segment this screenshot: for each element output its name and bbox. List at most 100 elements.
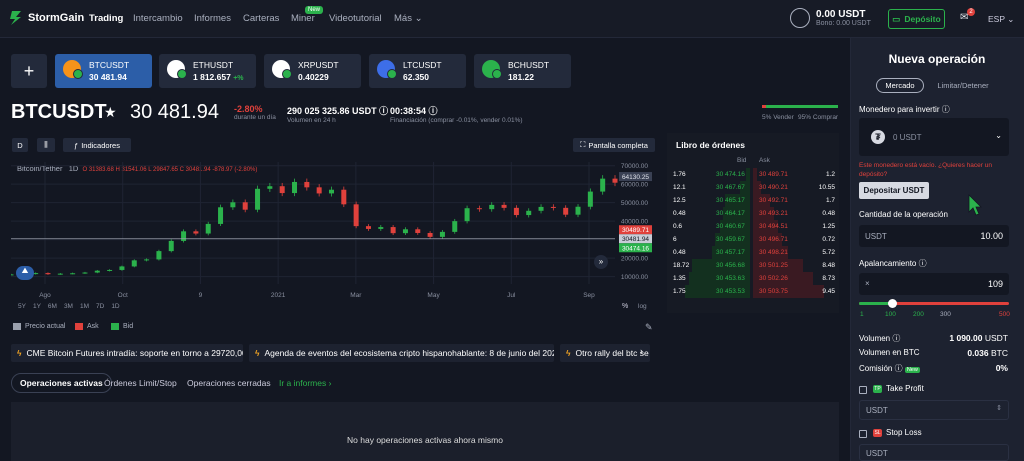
funding-label: Financiación (comprar -0.01%, vender 0.0… — [390, 117, 523, 124]
interval-selector[interactable]: D — [12, 138, 28, 152]
leverage-slider-handle[interactable] — [888, 299, 897, 308]
btc-volume-number: 0.036 — [967, 348, 989, 358]
favorite-star-icon[interactable]: ★ — [104, 104, 117, 121]
price-chart[interactable]: 70000.0060000.0050000.0040000.0030000.00… — [11, 160, 659, 300]
chevron-down-icon: ⌄ — [995, 131, 1002, 140]
take-profit-checkbox[interactable] — [859, 386, 867, 394]
take-profit-input[interactable]: USDT ⇕ — [859, 400, 1009, 420]
fullscreen-button[interactable]: ⛶ Pantalla completa — [573, 138, 655, 152]
x-tick-label: 9 — [199, 292, 203, 299]
legend-swatch — [13, 323, 21, 330]
daily-change: -2.80% durante un día — [234, 104, 276, 121]
go-to-reports-link[interactable]: Ir a informes › — [279, 378, 331, 388]
candle-type-button[interactable]: ⫼ — [37, 138, 55, 152]
candle-body — [168, 240, 174, 252]
add-instrument-button[interactable]: + — [11, 54, 47, 88]
tab-closed-operations[interactable]: Operaciones cerradas — [187, 378, 271, 388]
tether-icon — [282, 69, 292, 79]
tile-btcusdt[interactable]: BTCUSDT 30 481.94 — [55, 54, 152, 88]
info-icon[interactable]: ⓘ — [942, 105, 950, 114]
indicators-label: Indicadores — [81, 140, 120, 150]
nav-videotutorial[interactable]: Videotutorial — [329, 13, 382, 24]
range-6m[interactable]: 6M — [48, 303, 57, 310]
info-icon[interactable]: ⓘ — [429, 106, 438, 116]
language-selector[interactable]: ESP ⌄ — [988, 14, 1014, 25]
tab-limit-orders[interactable]: Órdenes Limit/Stop — [104, 378, 177, 388]
y-tick-label: 70000.00 — [621, 163, 648, 170]
stormgain-logo-icon — [10, 11, 21, 25]
segment-market[interactable]: Mercado — [876, 78, 924, 93]
nav-trading[interactable]: Trading — [89, 13, 123, 24]
tab-active-operations[interactable]: Operaciones activas — [11, 373, 112, 393]
info-icon[interactable]: ⓘ — [895, 364, 903, 373]
legend-label: Ask — [87, 323, 99, 330]
news-next-icon[interactable]: › — [640, 346, 643, 356]
info-icon[interactable]: ⓘ — [379, 106, 388, 116]
range-1m[interactable]: 1M — [80, 303, 89, 310]
stop-loss-currency: USDT — [866, 449, 888, 458]
news-text: CME Bitcoin Futures intradía: soporte en… — [26, 348, 244, 358]
nav-wallets[interactable]: Carteras — [243, 13, 279, 24]
operations-area — [11, 402, 839, 461]
range-3m[interactable]: 3M — [64, 303, 73, 310]
nav-exchange[interactable]: Intercambio — [133, 13, 183, 24]
scroll-right-icon[interactable]: » — [594, 255, 608, 269]
tradingview-logo-icon[interactable]: ⛰ — [16, 266, 34, 280]
order-book-ask-qty: 8.73 — [822, 275, 835, 282]
leverage-tick: 1 — [860, 311, 864, 318]
logo[interactable]: StormGain — [10, 11, 84, 25]
stepper-icon[interactable]: ⇕ — [996, 404, 1002, 412]
tile-bchusdt[interactable]: BCHUSDT 181.22 — [474, 54, 571, 88]
app-name: StormGain — [28, 12, 85, 24]
deposit-usdt-button[interactable]: Depositar USDT — [859, 182, 929, 199]
order-book-ask-qty: 0.72 — [822, 236, 835, 243]
tile-ltcusdt[interactable]: LTCUSDT 62.350 — [369, 54, 466, 88]
nav-reports[interactable]: Informes — [194, 13, 231, 24]
amount-input[interactable]: USDT 10.00 — [859, 225, 1009, 247]
candle-body — [464, 208, 470, 222]
wallet-select[interactable]: ₮ 0 USDT ⌄ — [859, 118, 1009, 156]
percent-toggle[interactable]: % — [622, 303, 628, 310]
tile-ethusdt[interactable]: ETHUSDT 1 812.657 +% — [159, 54, 256, 88]
leverage-input[interactable]: × 109 — [859, 273, 1009, 295]
order-book-bid: 30 465.17 — [716, 197, 745, 204]
legend-label: Precio actual — [25, 323, 66, 330]
candle-body — [563, 207, 569, 215]
sentiment-sell-fill — [762, 105, 766, 108]
leverage-value: 109 — [987, 279, 1003, 289]
stop-loss-checkbox[interactable] — [859, 430, 867, 438]
eraser-icon[interactable]: ✎ — [645, 322, 653, 333]
news-item[interactable]: ϟ Agenda de eventos del ecosistema cripto… — [249, 344, 554, 362]
range-7d[interactable]: 7D — [96, 303, 104, 310]
nav-more[interactable]: Más ⌄ — [394, 13, 423, 24]
info-icon[interactable]: ⓘ — [892, 334, 900, 343]
tile-price: 0.40229 — [298, 72, 329, 82]
bid-depth-bar — [745, 168, 750, 181]
take-profit-badge: TP — [873, 384, 882, 393]
order-book-bid-qty: 0.48 — [673, 210, 686, 217]
tile-symbol: ETHUSDT — [193, 60, 234, 70]
bonus-value: Bono: 0.00 USDT — [816, 20, 871, 27]
tile-symbol: BCHUSDT — [508, 60, 550, 70]
range-5y[interactable]: 5Y — [18, 303, 26, 310]
stop-loss-input[interactable]: USDT — [859, 444, 1009, 461]
candle-body — [181, 231, 187, 241]
order-book-bid: 30 474.16 — [716, 171, 745, 178]
order-book-ask: 30 503.75 — [759, 288, 788, 295]
tile-xrpusdt[interactable]: XRPUSDT 0.40229 — [264, 54, 361, 88]
commission-value: 0% — [995, 363, 1008, 373]
order-book-ask-qty: 10.55 — [818, 184, 835, 191]
info-icon[interactable]: ⓘ — [919, 259, 927, 268]
indicators-button[interactable]: ƒ Indicadores — [63, 138, 131, 152]
range-1d[interactable]: 1D — [111, 303, 119, 310]
deposit-button[interactable]: ▭ Depósito — [888, 9, 945, 29]
news-item[interactable]: ϟ CME Bitcoin Futures intradía: soporte e… — [11, 344, 243, 362]
news-item[interactable]: ϟ Otro rally del btc se — [560, 344, 650, 362]
leverage-tick: 100 — [885, 311, 896, 318]
ticker-price: 30 481.94 — [130, 101, 219, 123]
range-1y[interactable]: 1Y — [33, 303, 41, 310]
log-toggle[interactable]: log — [638, 303, 647, 310]
account-balance[interactable]: 0.00 USDT Bono: 0.00 USDT — [790, 8, 871, 28]
segment-limit-stop[interactable]: Limitar/Detener — [926, 78, 1000, 93]
nav-miner[interactable]: Miner — [291, 13, 315, 24]
